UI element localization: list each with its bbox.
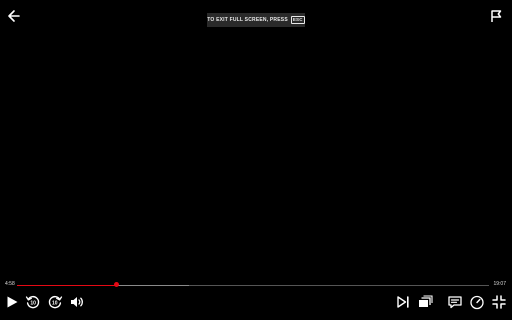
rewind-10-icon: 10 <box>25 295 40 309</box>
play-button[interactable] <box>4 294 20 310</box>
svg-text:10: 10 <box>30 300 36 306</box>
remaining-time: 19:07 <box>493 281 506 287</box>
flag-icon <box>491 10 502 22</box>
next-episode-icon <box>397 296 409 308</box>
subtitles-button[interactable] <box>447 294 463 310</box>
exit-fullscreen-hint: TO EXIT FULL SCREEN, PRESS ESC <box>207 13 305 27</box>
volume-icon <box>71 297 83 307</box>
report-problem-button[interactable] <box>488 8 504 24</box>
exit-hint-text: TO EXIT FULL SCREEN, PRESS <box>207 17 288 23</box>
esc-key-badge: ESC <box>290 16 305 24</box>
forward-10-button[interactable]: 10 <box>47 294 63 310</box>
played-bar <box>17 284 117 286</box>
svg-text:10: 10 <box>52 300 58 306</box>
subtitles-icon <box>448 296 462 309</box>
exit-fullscreen-button[interactable] <box>491 294 507 310</box>
playback-speed-icon <box>470 295 484 310</box>
forward-10-icon: 10 <box>48 295 63 309</box>
rewind-10-button[interactable]: 10 <box>25 294 41 310</box>
volume-button[interactable] <box>69 294 85 310</box>
play-icon <box>7 296 18 308</box>
episodes-icon <box>419 295 433 307</box>
episodes-button[interactable] <box>417 294 433 310</box>
playback-speed-button[interactable] <box>469 294 485 310</box>
progress-track[interactable] <box>17 284 489 286</box>
back-button[interactable] <box>6 8 22 24</box>
exit-fullscreen-icon <box>492 295 506 309</box>
elapsed-time: 4:58 <box>5 281 15 287</box>
scrubber-handle[interactable] <box>113 282 119 287</box>
arrow-left-icon <box>8 10 20 22</box>
next-episode-button[interactable] <box>395 294 411 310</box>
